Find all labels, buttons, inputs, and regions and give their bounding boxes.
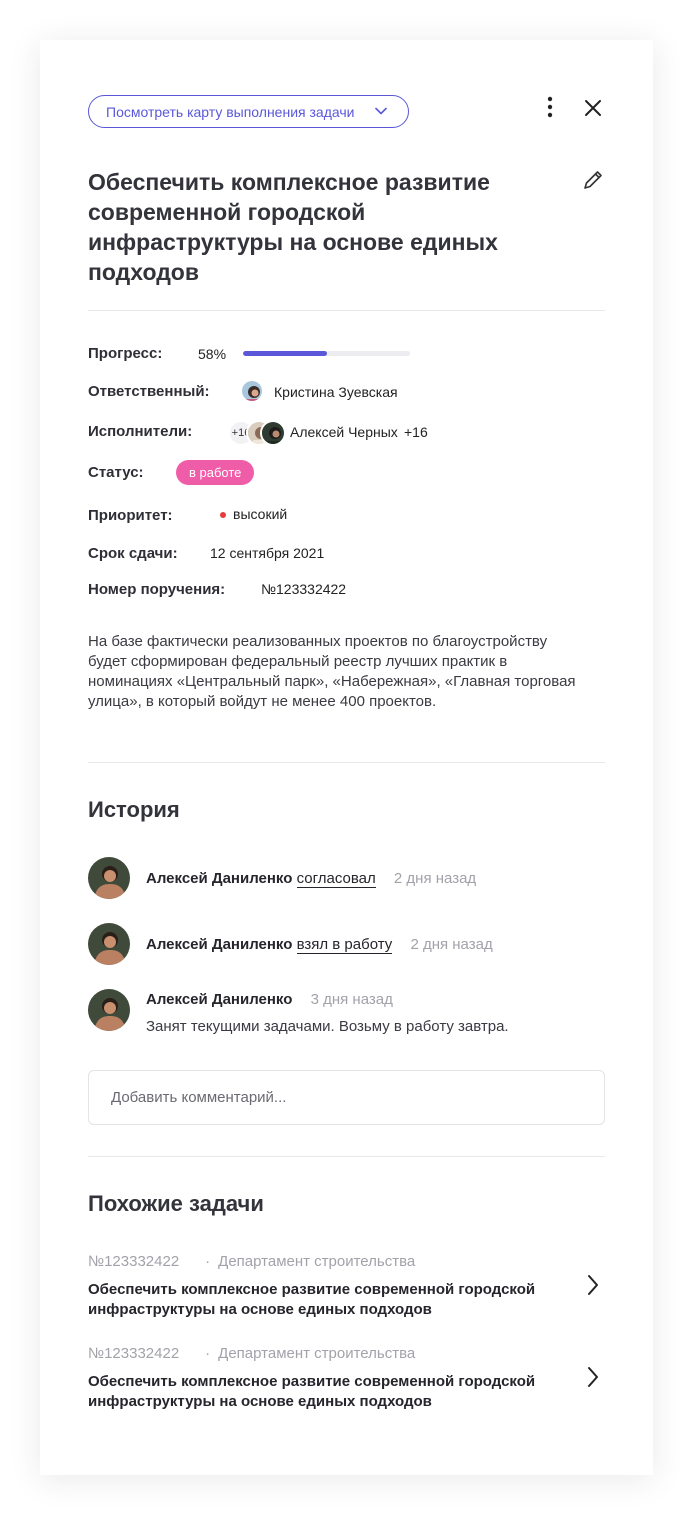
responsible-avatar[interactable] (240, 379, 264, 403)
history-action-link[interactable]: согласовал (296, 870, 376, 888)
history-timestamp: 2 дня назад (410, 936, 493, 953)
avatar[interactable] (88, 857, 130, 899)
divider (88, 1156, 605, 1157)
chevron-right-icon[interactable] (584, 1364, 602, 1390)
similar-tasks-title: Похожие задачи (88, 1191, 264, 1216)
similar-task-number: №123332422 (88, 1253, 180, 1270)
similar-task-title[interactable]: Обеспечить комплексное развитие современ… (88, 1280, 558, 1320)
avatar[interactable] (88, 989, 130, 1031)
task-description: На базе фактически реализованных проекто… (88, 633, 576, 710)
close-icon[interactable] (580, 96, 606, 122)
similar-task-meta: №123332422 · Департамент строительства (88, 1253, 415, 1270)
history-entry: Алексей Даниленко взял в работу 2 дня на… (146, 936, 493, 954)
history-timestamp: 2 дня назад (393, 870, 477, 887)
history-user-name[interactable]: Алексей Даниленко (146, 870, 292, 887)
executor-name[interactable]: Алексей Черных (290, 424, 398, 440)
chevron-down-icon (375, 107, 387, 115)
executors-label: Исполнители: (88, 423, 193, 440)
deadline-value: 12 сентября 2021 (210, 545, 325, 561)
view-task-map-button[interactable]: Посмотреть карту выполнения задачи (88, 95, 409, 128)
history-title: История (88, 797, 180, 822)
progress-bar-fill (243, 351, 327, 356)
history-user-name[interactable]: Алексей Даниленко (146, 936, 292, 953)
responsible-label: Ответственный: (88, 383, 210, 400)
similar-task-department: Департамент строительства (218, 1253, 416, 1270)
similar-task-meta: №123332422 · Департамент строительства (88, 1345, 415, 1362)
status-badge[interactable]: в работе (176, 460, 255, 485)
chevron-right-icon[interactable] (584, 1272, 602, 1298)
history-user-name[interactable]: Алексей Даниленко (146, 991, 292, 1008)
task-card: Посмотреть карту выполнения задачи Обесп… (40, 40, 653, 1475)
order-number-label: Номер поручения: (88, 581, 226, 598)
meta-separator: · (205, 1345, 211, 1362)
divider (88, 762, 605, 763)
add-comment-input[interactable] (88, 1070, 605, 1125)
priority-label: Приоритет: (88, 507, 173, 524)
pencil-icon[interactable] (580, 167, 606, 193)
history-action-link[interactable]: взял в работу (296, 936, 393, 954)
divider (88, 310, 605, 311)
executors-more-count[interactable]: +16 (404, 424, 428, 440)
avatar[interactable] (88, 923, 130, 965)
view-task-map-label: Посмотреть карту выполнения задачи (106, 103, 355, 120)
progress-label: Прогресс: (88, 345, 163, 362)
history-entry: Алексей Даниленко согласовал 2 дня назад (146, 870, 477, 888)
history-timestamp: 3 дня назад (310, 991, 393, 1008)
deadline-label: Срок сдачи: (88, 545, 178, 562)
executor-avatar (260, 420, 286, 446)
similar-task-title[interactable]: Обеспечить комплексное развитие современ… (88, 1372, 558, 1412)
priority-value: высокий (233, 506, 288, 522)
responsible-name[interactable]: Кристина Зуевская (274, 384, 398, 400)
history-entry: Алексей Даниленко 3 дня назад (146, 991, 393, 1008)
similar-task-number: №123332422 (88, 1345, 180, 1362)
task-title: Обеспечить комплексное развитие современ… (88, 169, 498, 285)
progress-value: 58% (198, 346, 227, 362)
progress-bar (243, 351, 410, 356)
history-comment-text: Занят текущими задачами. Возьму в работу… (146, 1018, 509, 1035)
more-vertical-icon[interactable] (540, 94, 560, 122)
similar-task-department: Департамент строительства (218, 1345, 416, 1362)
priority-dot-icon (220, 512, 226, 518)
status-label: Статус: (88, 464, 144, 481)
order-number-value: №123332422 (261, 581, 347, 597)
meta-separator: · (205, 1253, 211, 1270)
